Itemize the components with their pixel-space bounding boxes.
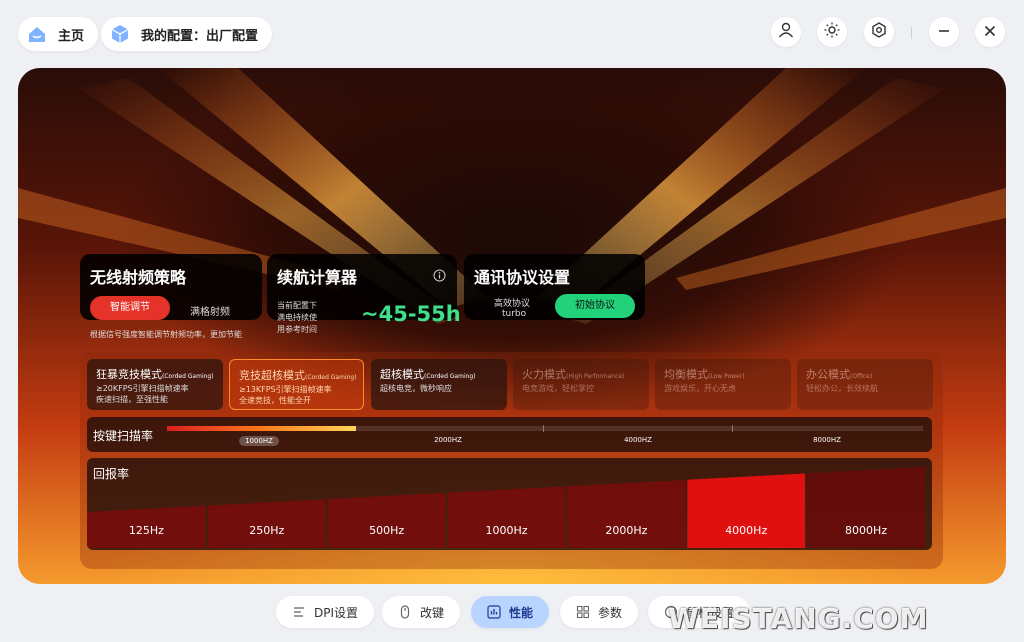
tab-label: 参数 (598, 605, 623, 620)
efficient-protocol-label: 高效协议 (494, 299, 531, 309)
scan-tick (543, 425, 544, 432)
mode-desc: 电竞游戏，轻松掌控 (522, 384, 594, 393)
user-icon (777, 21, 795, 43)
close-icon (983, 23, 997, 42)
protocol-settings-card: 通讯协议设置 高效协议 turbo 初始协议 (464, 254, 645, 320)
tab-label: 性能 (509, 605, 534, 620)
mode-title: 均衡模式(Low Power) (664, 368, 745, 381)
scan-rate-label: 按键扫描率 (93, 429, 154, 443)
report-rate-label: 125Hz (129, 524, 164, 537)
report-rate-label: 500Hz (369, 524, 404, 537)
scan-rate-fill (167, 426, 356, 431)
wireless-strategy-card: 无线射频策略 智能调节 满格射频 (80, 254, 262, 320)
mode-firepower[interactable]: 火力模式(High Performance) 电竞游戏，轻松掌控 (513, 359, 649, 410)
battery-desc-line1: 当前配置下 (277, 301, 317, 310)
protocol-title: 通讯协议设置 (474, 268, 571, 287)
sun-icon (823, 21, 841, 43)
efficient-protocol-value: turbo (502, 309, 527, 319)
tab-keys[interactable]: 改键 (382, 596, 461, 628)
tab-params[interactable]: 参数 (560, 596, 639, 628)
tab-label: 改键 (420, 605, 445, 620)
mode-title: 火力模式(High Performance) (522, 368, 625, 381)
mode-desc: ≥13KFPS引擎扫描帧速率 全速竞技，性能全开 (239, 385, 332, 405)
user-button[interactable] (771, 17, 801, 47)
tab-performance[interactable]: 性能 (471, 596, 550, 628)
mode-desc: 超核电竞，微秒响应 (380, 384, 452, 393)
mode-desc: 游戏娱乐，开心无虑 (664, 384, 736, 393)
scan-tick-label[interactable]: 8000HZ (813, 436, 841, 444)
battery-hours-value: ~45-55h (361, 302, 461, 326)
mode-office[interactable]: 办公模式(Office) 轻松办公，长效续航 (797, 359, 933, 410)
minimize-icon (937, 23, 951, 42)
mode-title: 竞技超核模式(Corded Gaming) (239, 369, 357, 382)
tab-label: DPI设置 (314, 605, 359, 620)
scan-tick (732, 425, 733, 432)
initial-protocol-button[interactable]: 初始协议 (555, 294, 635, 318)
settings-button[interactable] (864, 17, 894, 47)
report-rate-label: 2000Hz (605, 524, 647, 537)
battery-desc-line2: 满电持续使 (277, 313, 317, 322)
mode-competitive-ultra[interactable]: 竞技超核模式(Corded Gaming) ≥13KFPS引擎扫描帧速率 全速竞技… (229, 359, 364, 410)
scan-tick-label[interactable]: 4000HZ (624, 436, 652, 444)
divider (911, 27, 912, 39)
mode-balanced[interactable]: 均衡模式(Low Power) 游戏娱乐，开心无虑 (655, 359, 791, 410)
watermark-logo: WEISTANG.COM (668, 602, 929, 635)
battery-title: 续航计算器 (277, 268, 358, 287)
mouse-icon (398, 605, 412, 619)
key-scan-rate-row: 按键扫描率 1000HZ 2000HZ 4000HZ 8000HZ (87, 417, 932, 452)
tab-dpi[interactable]: DPI设置 (276, 596, 375, 628)
report-rate-segment[interactable] (447, 486, 566, 548)
sliders-icon (292, 605, 306, 619)
report-rate-segment[interactable] (567, 479, 686, 548)
full-signal-button[interactable]: 满格射频 (190, 303, 230, 318)
info-icon[interactable] (433, 267, 446, 286)
battery-desc-line3: 用参考时间 (277, 325, 317, 334)
home-icon (26, 23, 48, 45)
mode-title: 狂暴竞技模式(Corded Gaming) (96, 368, 214, 381)
mode-desc: 轻松办公，长效续航 (806, 384, 878, 393)
mode-desc: ≥20KFPS引擎扫描帧速率 疾速扫描，至强性能 (96, 384, 189, 404)
report-rate-label: 8000Hz (845, 524, 887, 537)
config-label: 我的配置：出厂配置 (141, 28, 259, 44)
wireless-title: 无线射频策略 (90, 268, 187, 287)
wireless-description: 根据信号强度智能调节射频功率，更加节能 (90, 330, 242, 339)
minimize-button[interactable] (929, 17, 959, 47)
report-rate-selector: 125Hz 250Hz 500Hz 1000Hz 2000Hz 4000Hz 8000Hz (87, 467, 925, 548)
report-rate-label: 4000Hz (725, 524, 767, 537)
report-rate-label: 250Hz (249, 524, 284, 537)
grid-icon (576, 605, 590, 619)
report-rate-label: 1000Hz (485, 524, 527, 537)
brightness-button[interactable] (817, 17, 847, 47)
scan-tick-label-selected[interactable]: 1000HZ (239, 436, 279, 446)
report-rate-row: 回报率 125Hz 250Hz 500Hz 1000Hz 2000Hz 4000Hz 800… (87, 458, 932, 550)
mode-title: 办公模式(Office) (806, 368, 873, 381)
scan-tick-label[interactable]: 2000HZ (434, 436, 462, 444)
top-bar: 主页 我的配置：出厂配置 (0, 0, 1024, 68)
report-rate-segment[interactable] (327, 492, 446, 548)
chart-icon (487, 605, 501, 619)
close-button[interactable] (975, 17, 1005, 47)
hexagon-settings-icon (870, 21, 888, 43)
mode-berserk[interactable]: 狂暴竞技模式(Corded Gaming) ≥20KFPS引擎扫描帧速率 疾速扫描… (87, 359, 223, 410)
home-button[interactable]: 主页 (18, 17, 99, 51)
home-label: 主页 (58, 28, 85, 44)
cube-icon (109, 23, 131, 45)
mode-title: 超核模式(Corded Gaming) (380, 368, 476, 381)
performance-hero: 无线射频策略 智能调节 满格射频 根据信号强度智能调节射频功率，更加节能 续航计… (18, 68, 1006, 584)
smart-adjust-button[interactable]: 智能调节 (90, 296, 170, 320)
mode-ultra-core[interactable]: 超核模式(Corded Gaming) 超核电竞，微秒响应 (371, 359, 507, 410)
config-selector[interactable]: 我的配置：出厂配置 (101, 17, 273, 51)
